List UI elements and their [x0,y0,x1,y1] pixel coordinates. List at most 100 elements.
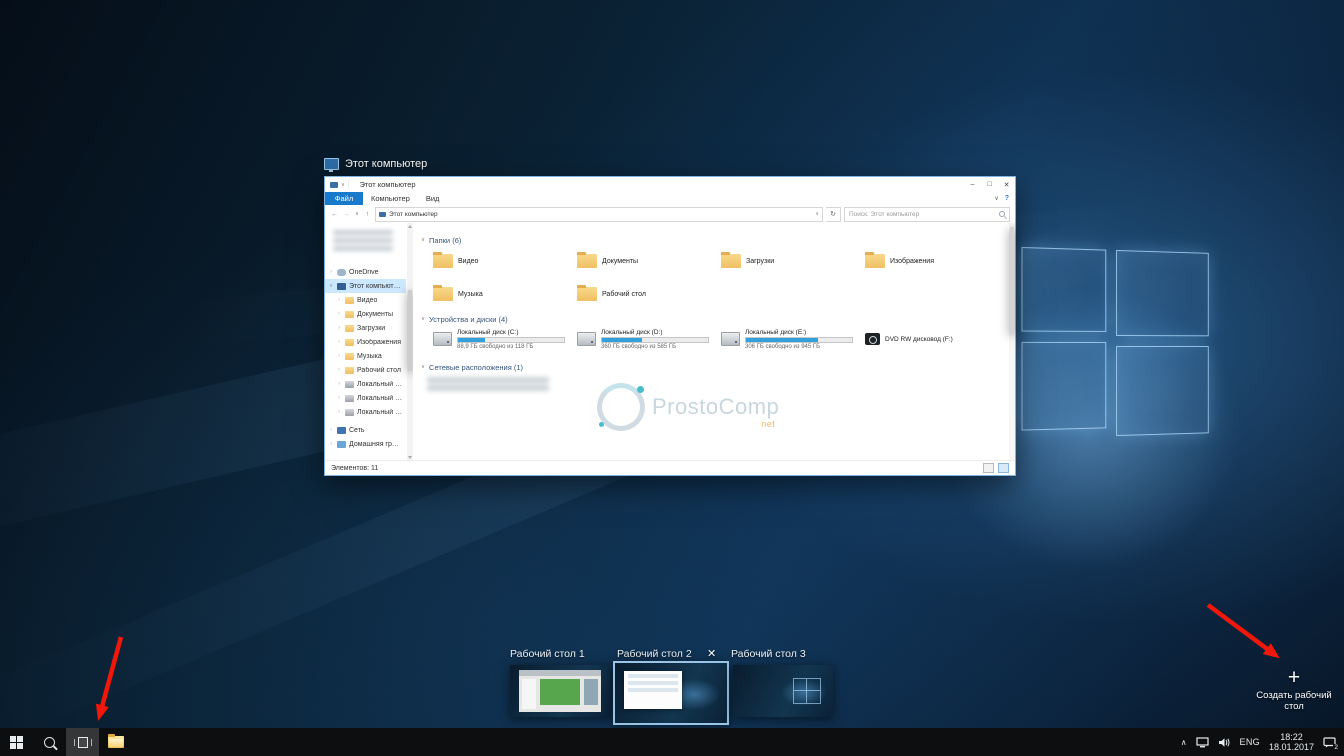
close-desktop-2-button[interactable]: ✕ [707,647,716,660]
task-view-icon [76,737,90,748]
nav-item-downloads[interactable]: › Загрузки [325,321,406,335]
chevron-right-icon[interactable]: › [336,367,342,373]
desktop-3-label: Рабочий стол 3 [731,648,806,660]
chevron-right-icon[interactable]: › [336,297,342,303]
tab-view[interactable]: Вид [418,192,448,205]
task-view-button[interactable] [66,728,99,756]
forward-button[interactable]: → [342,211,351,218]
network-item-blurred[interactable] [427,375,549,395]
drive-item-c[interactable]: Локальный диск (C:) 88,9 ГБ свободно из … [433,325,575,353]
nav-item-local-disk-c[interactable]: › Локальный диск (C:) [325,377,406,391]
chevron-down-icon[interactable]: ∨ [341,182,345,188]
desktop-3-thumbnail[interactable] [733,665,833,717]
drive-icon [721,332,740,346]
new-desktop-button[interactable]: + Создать рабочий стол [1246,668,1342,712]
language-indicator[interactable]: ENG [1240,737,1260,747]
tray-date: 18.01.2017 [1269,742,1314,752]
up-button[interactable]: ↑ [363,211,372,218]
nav-item-music[interactable]: › Музыка [325,349,406,363]
group-header-network[interactable]: ∨ Сетевые расположения (1) [421,362,523,372]
folder-icon [345,325,354,332]
chevron-down-icon[interactable]: ∨ [421,316,425,322]
action-center-button[interactable]: 2 [1323,737,1336,748]
drive-item-dvd[interactable]: DVD RW дисковод (F:) [865,325,1007,353]
nav-item-pictures[interactable]: › Изображения [325,335,406,349]
folder-item-desktop[interactable]: Рабочий стол [577,284,717,304]
desktop-2-thumbnail-selected[interactable] [613,661,729,725]
close-button[interactable]: ✕ [998,177,1015,192]
folder-item-downloads[interactable]: Загрузки [721,251,861,271]
chevron-right-icon[interactable]: › [336,409,342,415]
volume-icon[interactable] [1218,737,1231,748]
tab-computer[interactable]: Компьютер [363,192,418,205]
refresh-button[interactable]: ↻ [826,207,841,222]
tab-file[interactable]: Файл [325,192,363,205]
folder-item-documents[interactable]: Документы [577,251,717,271]
nav-item-this-pc[interactable]: ∨ Этот компьютер [325,279,406,293]
navigation-pane: › OneDrive ∨ Этот компьютер › Видео [325,223,414,461]
folder-icon [345,297,354,304]
nav-item-documents[interactable]: › Документы [325,307,406,321]
chevron-right-icon[interactable]: › [336,325,342,331]
nav-item-desktop[interactable]: › Рабочий стол [325,363,406,377]
folder-item-videos[interactable]: Видео [433,251,573,271]
chevron-right-icon[interactable]: › [336,353,342,359]
search-input[interactable]: Поиск: Этот компьютер [844,207,1010,222]
start-button[interactable] [0,728,33,756]
chevron-right-icon[interactable]: › [336,339,342,345]
desktop-1-thumbnail[interactable] [510,665,610,717]
nav-item-local-disk-e[interactable]: › Локальный диск (E:) [325,405,406,419]
nav-item-local-disk-d[interactable]: › Локальный диск (D:) [325,391,406,405]
address-box[interactable]: Этот компьютер ∨ [375,207,823,222]
nav-item-homegroup[interactable]: › Домашняя группа [325,437,406,451]
file-explorer-icon [108,736,124,748]
search-button[interactable] [33,728,66,756]
item-count: Элементов: 11 [331,465,378,472]
drive-item-d[interactable]: Локальный диск (D:) 360 ГБ свободно из 5… [577,325,719,353]
address-text: Этот компьютер [389,211,438,218]
taskbar: ∧ ENG 18:22 18.01.2017 2 [0,728,1344,756]
ribbon-right-controls: ∨ ? [994,192,1015,205]
clock[interactable]: 18:22 18.01.2017 [1269,732,1314,752]
file-explorer-button[interactable] [99,728,132,756]
chevron-right-icon[interactable]: › [336,395,342,401]
ribbon-collapse-icon[interactable]: ∨ [994,195,998,202]
back-button[interactable]: ← [330,211,339,218]
folder-icon [577,254,597,268]
folder-icon [865,254,885,268]
folder-icon [433,287,453,301]
chevron-down-icon[interactable]: ∨ [421,237,425,243]
chevron-right-icon[interactable]: › [328,427,334,433]
help-icon[interactable]: ? [1005,195,1009,202]
chevron-right-icon[interactable]: › [336,311,342,317]
drive-item-e[interactable]: Локальный диск (E:) 306 ГБ свободно из 9… [721,325,863,353]
content-scrollbar[interactable] [1009,223,1015,461]
quick-access-toolbar[interactable]: ∨ | [325,181,350,188]
plus-icon[interactable]: + [1246,668,1342,688]
chevron-down-icon[interactable]: ∨ [815,211,819,217]
quick-access-blurred [331,227,395,261]
nav-item-videos[interactable]: › Видео [325,293,406,307]
windows-logo-icon [10,736,23,749]
nav-item-network[interactable]: › Сеть [325,423,406,437]
show-hidden-icons-button[interactable]: ∧ [1181,738,1187,747]
maximize-button[interactable]: □ [981,177,998,192]
folder-item-music[interactable]: Музыка [433,284,573,304]
folder-item-pictures[interactable]: Изображения [865,251,1005,271]
chevron-down-icon[interactable]: ∨ [328,283,334,289]
window-preview-this-pc[interactable]: Этот компьютер ∨ | Этот компьютер – □ ✕ … [324,154,1016,476]
network-icon[interactable] [1196,737,1209,748]
details-view-button[interactable] [983,463,994,473]
chevron-down-icon[interactable]: ∨ [421,364,425,370]
explorer-window[interactable]: ∨ | Этот компьютер – □ ✕ Файл Компьютер … [324,176,1016,476]
group-header-folders[interactable]: ∨ Папки (6) [421,235,461,245]
chevron-right-icon[interactable]: › [336,381,342,387]
search-icon [44,737,55,748]
chevron-right-icon[interactable]: › [328,269,334,275]
recent-locations-icon[interactable]: ∨ [354,211,360,217]
thumbnails-view-button[interactable] [998,463,1009,473]
group-header-drives[interactable]: ∨ Устройства и диски (4) [421,314,508,324]
nav-item-onedrive[interactable]: › OneDrive [325,265,406,279]
minimize-button[interactable]: – [964,177,981,192]
chevron-right-icon[interactable]: › [328,441,334,447]
